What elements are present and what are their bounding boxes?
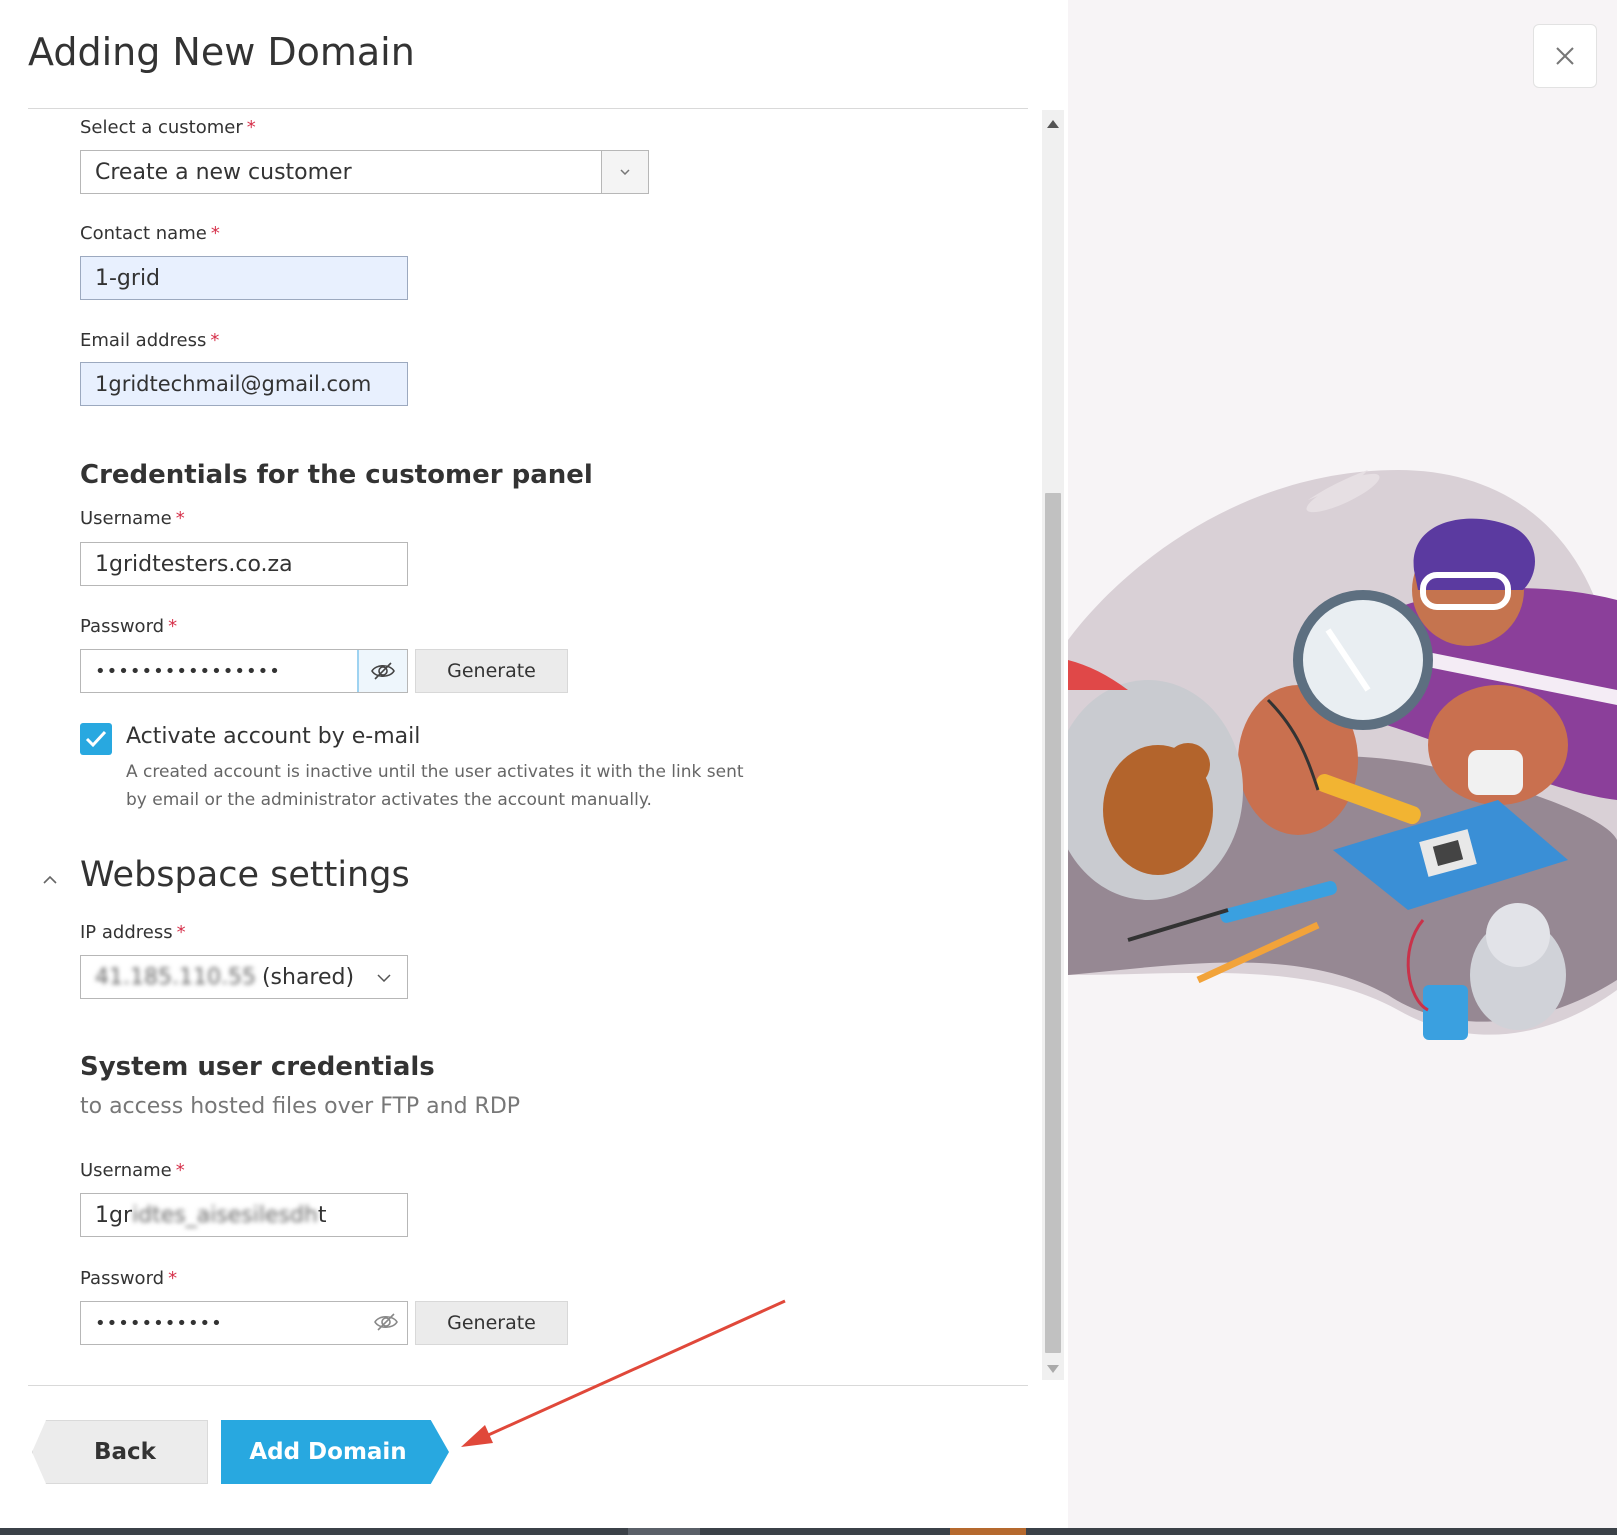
email-input[interactable]: 1gridtechmail@gmail.com [80, 362, 408, 406]
webspace-collapse-toggle[interactable] [42, 870, 58, 889]
scroll-up-arrow[interactable] [1042, 115, 1064, 133]
activate-hint-line2: by email or the administrator activates … [126, 790, 652, 810]
close-button[interactable] [1533, 24, 1597, 88]
panel-password-dots: •••••••••••••••• [95, 660, 281, 682]
email-label: Email address * [80, 330, 220, 351]
system-username-obscured: idtes_aisesilesdh [132, 1202, 318, 1228]
contact-name-label: Contact name * [80, 223, 220, 244]
webspace-settings-title: Webspace settings [80, 855, 410, 895]
system-username-prefix: 1gr [95, 1202, 133, 1228]
required-mark: * [175, 508, 185, 529]
system-password-input[interactable]: ••••••••••• [80, 1301, 408, 1345]
required-mark: * [168, 1268, 178, 1289]
customer-select-value: Create a new customer [95, 159, 352, 185]
required-mark: * [176, 922, 186, 943]
panel-username-label: Username * [80, 508, 185, 529]
system-username-input[interactable]: 1gr idtes_aisesilesdh t [80, 1193, 408, 1237]
ip-address-label: IP address * [80, 922, 186, 943]
scrollbar-thumb[interactable] [1045, 493, 1061, 1353]
back-button[interactable]: Back [32, 1420, 208, 1484]
panel-credentials-title: Credentials for the customer panel [80, 460, 593, 490]
eye-off-icon [371, 662, 395, 680]
panel-username-input[interactable]: 1gridtesters.co.za [80, 542, 408, 586]
required-mark: * [175, 1160, 185, 1181]
customer-select[interactable]: Create a new customer [80, 150, 649, 194]
activate-account-checkbox[interactable] [80, 723, 112, 755]
activate-hint-line1: A created account is inactive until the … [126, 762, 744, 782]
panel-password-input[interactable]: •••••••••••••••• [80, 649, 408, 693]
ip-address-suffix: (shared) [261, 964, 355, 990]
close-icon [1556, 47, 1574, 65]
ip-address-select[interactable]: 41.185.110.55 (shared) [80, 955, 408, 999]
add-domain-button[interactable]: Add Domain [221, 1420, 449, 1484]
checkmark-icon [85, 730, 107, 748]
required-mark: * [210, 223, 220, 244]
required-mark: * [210, 330, 220, 351]
select-customer-label: Select a customer * [80, 117, 256, 138]
triangle-down-icon [1047, 1365, 1059, 1373]
contact-name-input[interactable]: 1-grid [80, 256, 408, 300]
system-username-suffix: t [317, 1202, 327, 1228]
toggle-password-visibility-button[interactable] [357, 650, 407, 692]
chevron-down-icon [620, 169, 630, 175]
dialog-title: Adding New Domain [28, 30, 415, 74]
required-mark: * [246, 117, 256, 138]
eye-off-icon [374, 1313, 398, 1331]
system-user-title: System user credentials [80, 1052, 435, 1082]
toggle-system-password-visibility[interactable] [373, 1312, 399, 1337]
activate-account-label[interactable]: Activate account by e-mail [126, 724, 420, 749]
ip-address-value: 41.185.110.55 [95, 964, 256, 990]
chevron-up-icon [43, 875, 57, 884]
taskbar-strip [0, 1528, 1617, 1535]
triangle-up-icon [1047, 120, 1059, 128]
panel-password-generate-button[interactable]: Generate [415, 649, 568, 693]
panel-password-label: Password * [80, 616, 178, 637]
required-mark: * [168, 616, 178, 637]
illustration-panel [1068, 0, 1617, 1528]
customer-select-toggle[interactable] [601, 151, 648, 193]
system-user-subtitle: to access hosted files over FTP and RDP [80, 1094, 521, 1119]
annotation-arrow [461, 1299, 786, 1447]
system-password-dots: ••••••••••• [95, 1312, 223, 1334]
scroll-down-arrow[interactable] [1042, 1360, 1064, 1378]
developer-illustration [1068, 470, 1617, 1040]
system-username-label: Username * [80, 1160, 185, 1181]
system-password-label: Password * [80, 1268, 178, 1289]
chevron-down-icon [377, 974, 391, 982]
header-divider [28, 108, 1028, 109]
